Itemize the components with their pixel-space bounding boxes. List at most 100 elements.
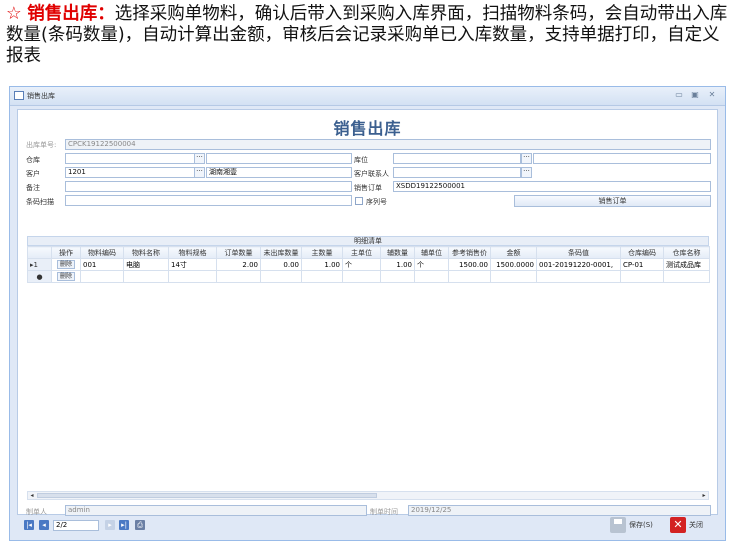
column-header[interactable]: 主单位 <box>342 246 381 259</box>
save-icon <box>610 517 626 533</box>
close-icon: ✕ <box>670 517 686 533</box>
column-header[interactable]: 参考销售价 <box>448 246 491 259</box>
warehouse-field[interactable] <box>65 153 195 164</box>
row-indicator[interactable]: ▸1 <box>27 258 52 271</box>
cell-barcode[interactable] <box>536 270 621 283</box>
save-button-label: 保存(S) <box>629 521 653 529</box>
cell-unshipped-qty[interactable]: 0.00 <box>260 258 302 271</box>
row-indicator[interactable]: ● <box>27 270 52 283</box>
cell-aux-qty[interactable]: 1.00 <box>380 258 415 271</box>
column-header[interactable]: 辅数量 <box>380 246 415 259</box>
warehouse-picker-button[interactable]: ··· <box>194 153 205 164</box>
delete-row-button[interactable]: 删除 <box>56 260 75 269</box>
print-icon[interactable]: ⎙ <box>135 520 145 530</box>
customer-name-field[interactable]: 湖南湘壹 <box>206 167 352 178</box>
cell-material-name[interactable] <box>123 270 169 283</box>
table-row[interactable]: ● 删除 <box>27 270 710 283</box>
cell-warehouse-code[interactable] <box>620 270 664 283</box>
doc-no-label: 出库单号: <box>26 141 57 149</box>
sales-outbound-window: 销售出库 ▭ ▣ ✕ 销售出库 出库单号: CPCK19122500004 仓库… <box>9 86 726 541</box>
customer-code-field[interactable]: 1201 <box>65 167 195 178</box>
barcode-scan-field[interactable] <box>65 195 352 206</box>
column-header[interactable]: 辅单位 <box>414 246 449 259</box>
cell-amount[interactable] <box>490 270 537 283</box>
cell-material-spec[interactable] <box>168 270 217 283</box>
warehouse-name-field[interactable] <box>206 153 352 164</box>
column-header[interactable]: 条码值 <box>536 246 621 259</box>
first-page-icon[interactable]: |◂ <box>24 520 34 530</box>
sales-order-field[interactable]: XSDD19122500001 <box>393 181 711 192</box>
window-titlebar: 销售出库 ▭ ▣ ✕ <box>10 87 725 106</box>
scrollbar-thumb[interactable] <box>37 493 377 498</box>
maker-field[interactable]: admin <box>65 505 367 516</box>
cell-material-code[interactable] <box>80 270 124 283</box>
serial-number-label: 序列号 <box>366 198 387 206</box>
barcode-scan-label: 条码扫描 <box>26 198 54 206</box>
sales-order-button[interactable]: 销售订单 <box>514 195 711 207</box>
cell-main-unit[interactable]: 个 <box>342 258 381 271</box>
cell-warehouse-code[interactable]: CP-01 <box>620 258 664 271</box>
cell-material-spec[interactable]: 14寸 <box>168 258 217 271</box>
serial-number-checkbox[interactable] <box>355 197 363 205</box>
make-time-field[interactable]: 2019/12/25 <box>408 505 711 516</box>
column-header[interactable]: 物料编码 <box>80 246 124 259</box>
star-icon: ☆ <box>6 4 22 24</box>
cell-aux-qty[interactable] <box>380 270 415 283</box>
maker-label: 制单人 <box>26 508 47 516</box>
next-page-icon[interactable]: ▸ <box>105 520 115 530</box>
location-label: 库位 <box>354 156 368 164</box>
column-header[interactable]: 物料名称 <box>123 246 169 259</box>
column-header[interactable]: 订单数量 <box>216 246 261 259</box>
cell-aux-unit[interactable] <box>414 270 449 283</box>
close-window-icon[interactable]: ✕ <box>707 90 717 100</box>
cell-material-name[interactable]: 电脑 <box>123 258 169 271</box>
close-button-label: 关闭 <box>689 521 703 529</box>
cell-unshipped-qty[interactable] <box>260 270 302 283</box>
cell-order-qty[interactable]: 2.00 <box>216 258 261 271</box>
cell-barcode[interactable]: 001-20191220-0001, <box>536 258 621 271</box>
cell-order-qty[interactable] <box>216 270 261 283</box>
cell-main-qty[interactable]: 1.00 <box>301 258 343 271</box>
cell-warehouse-name[interactable] <box>663 270 710 283</box>
form-title: 销售出库 <box>333 119 402 138</box>
doc-no-field[interactable]: CPCK19122500004 <box>65 139 711 150</box>
contact-field[interactable] <box>393 167 521 178</box>
prev-page-icon[interactable]: ◂ <box>39 520 49 530</box>
cell-warehouse-name[interactable]: 测试成品库 <box>663 258 710 271</box>
cell-ref-price[interactable] <box>448 270 491 283</box>
cell-aux-unit[interactable]: 个 <box>414 258 449 271</box>
row-action-cell: 删除 <box>51 258 81 271</box>
customer-picker-button[interactable]: ··· <box>194 167 205 178</box>
cell-main-unit[interactable] <box>342 270 381 283</box>
last-page-icon[interactable]: ▸| <box>119 520 129 530</box>
page-number-field[interactable]: 2/2 <box>53 520 99 531</box>
column-header[interactable]: 未出库数量 <box>260 246 302 259</box>
cell-main-qty[interactable] <box>301 270 343 283</box>
location-field[interactable] <box>393 153 521 164</box>
column-header[interactable] <box>27 246 52 259</box>
column-header[interactable]: 物料规格 <box>168 246 217 259</box>
minimize-icon[interactable]: ▭ <box>674 90 684 100</box>
cell-ref-price[interactable]: 1500.00 <box>448 258 491 271</box>
column-header[interactable]: 操作 <box>51 246 81 259</box>
location-picker-button[interactable]: ··· <box>521 153 532 164</box>
table-row[interactable]: ▸1 删除 001 电脑 14寸 2.00 0.00 1.00 个 1.00 个… <box>27 258 710 271</box>
horizontal-scrollbar[interactable]: ◂ ▸ <box>27 491 709 500</box>
column-header[interactable]: 主数量 <box>301 246 343 259</box>
scroll-left-icon[interactable]: ◂ <box>28 492 36 499</box>
column-header[interactable]: 仓库名称 <box>663 246 710 259</box>
cell-amount[interactable]: 1500.0000 <box>490 258 537 271</box>
cell-material-code[interactable]: 001 <box>80 258 124 271</box>
contact-picker-button[interactable]: ··· <box>521 167 532 178</box>
warehouse-label: 仓库 <box>26 156 40 164</box>
scroll-right-icon[interactable]: ▸ <box>700 492 708 499</box>
grid-header-row: 操作 物料编码 物料名称 物料规格 订单数量 未出库数量 主数量 主单位 辅数量… <box>27 246 710 259</box>
location-name-field[interactable] <box>533 153 711 164</box>
column-header[interactable]: 金额 <box>490 246 537 259</box>
delete-row-button[interactable]: 删除 <box>56 272 75 281</box>
save-button[interactable]: 保存(S) <box>610 516 653 534</box>
maximize-icon[interactable]: ▣ <box>690 90 700 100</box>
column-header[interactable]: 仓库编码 <box>620 246 664 259</box>
remark-field[interactable] <box>65 181 352 192</box>
close-button[interactable]: ✕ 关闭 <box>670 516 703 534</box>
